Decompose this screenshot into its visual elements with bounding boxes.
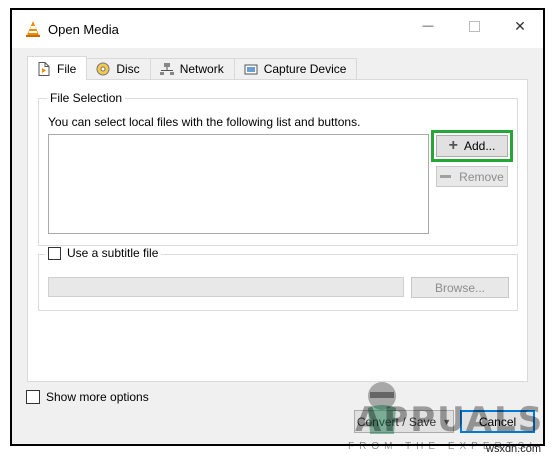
file-selection-group: File Selection You can select local file…	[38, 91, 518, 246]
subtitle-checkbox[interactable]	[48, 246, 61, 260]
tab-disc[interactable]: Disc	[86, 58, 151, 79]
maximize-icon	[468, 20, 480, 32]
browse-button-label: Browse...	[434, 280, 485, 295]
file-icon	[36, 61, 52, 77]
tab-network-label: Network	[179, 62, 224, 76]
maximize-button[interactable]	[451, 10, 497, 42]
plus-icon: +	[448, 137, 458, 154]
minimize-icon: —	[422, 20, 434, 32]
subtitle-file-field[interactable]	[48, 277, 404, 297]
cancel-button-label: Cancel	[478, 414, 517, 429]
add-button-label: Add...	[463, 139, 496, 153]
show-more-options-label: Show more options	[46, 390, 149, 404]
capture-device-icon	[243, 61, 259, 77]
tab-file[interactable]: File	[27, 56, 88, 80]
file-list[interactable]	[48, 134, 429, 234]
subtitle-group: Use a subtitle file Browse...	[38, 246, 518, 311]
subtitle-checkbox-row[interactable]: Use a subtitle file	[45, 246, 162, 260]
minimize-button[interactable]: —	[405, 10, 451, 42]
minus-icon	[440, 175, 452, 178]
tab-bar: File Disc Network Capture Device	[27, 56, 358, 80]
convert-save-label: Convert / Save	[356, 414, 437, 429]
network-icon	[159, 61, 175, 77]
browse-button[interactable]: Browse...	[411, 277, 509, 298]
file-tab-panel: File Selection You can select local file…	[27, 79, 528, 382]
tab-network[interactable]: Network	[149, 58, 235, 79]
vlc-cone-icon	[26, 21, 40, 37]
tab-capture-device-label: Capture Device	[263, 62, 347, 76]
close-icon: ✕	[514, 17, 526, 34]
show-more-options-checkbox[interactable]	[26, 390, 40, 404]
show-more-options-row[interactable]: Show more options	[26, 390, 149, 404]
dropdown-arrow-icon[interactable]: ▼	[442, 417, 451, 427]
window-title: Open Media	[48, 22, 119, 37]
tab-file-label: File	[57, 61, 77, 76]
disc-icon	[95, 61, 111, 77]
convert-save-button[interactable]: Convert / Save ▼	[354, 410, 454, 433]
remove-button[interactable]: Remove	[436, 166, 508, 187]
open-media-dialog: Open Media — ✕ File Disc Network Capture…	[10, 8, 545, 446]
watermark-site: wsxdn.com	[486, 443, 542, 455]
cancel-button[interactable]: Cancel	[460, 410, 535, 433]
file-selection-title: File Selection	[47, 91, 126, 105]
subtitle-checkbox-label: Use a subtitle file	[67, 246, 159, 260]
title-bar: Open Media — ✕	[12, 10, 543, 48]
tab-disc-label: Disc	[116, 62, 140, 76]
add-button[interactable]: + Add...	[436, 135, 508, 157]
remove-button-label: Remove	[459, 169, 504, 184]
file-selection-description: You can select local files with the foll…	[48, 115, 361, 129]
tab-capture-device[interactable]: Capture Device	[233, 58, 358, 79]
close-button[interactable]: ✕	[497, 10, 543, 42]
